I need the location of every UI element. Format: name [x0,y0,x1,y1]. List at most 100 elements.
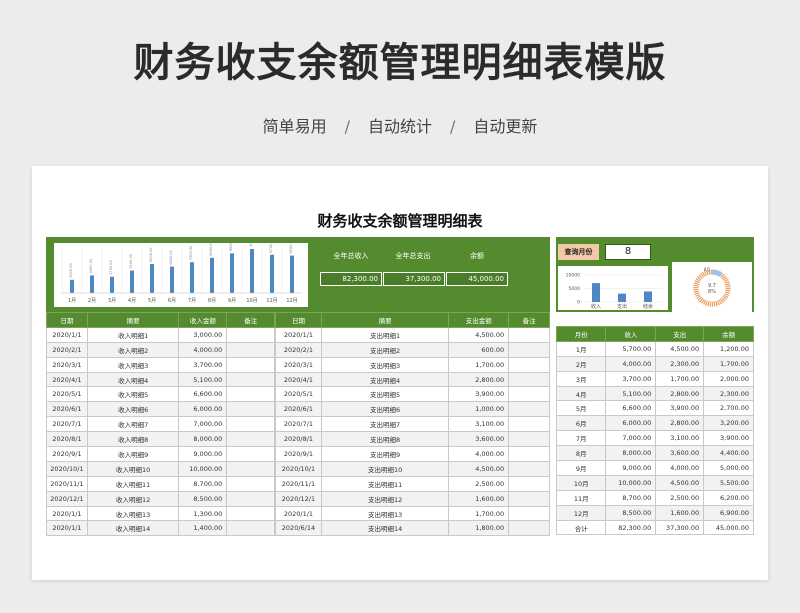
monthly-cell[interactable]: 4,500.00 [655,474,705,491]
expense-cell[interactable] [508,446,550,462]
expense-cell[interactable]: 支出明细4 [320,371,450,388]
income-cell[interactable]: 2020/9/1 [46,446,88,462]
monthly-cell[interactable]: 7,000.00 [605,430,657,447]
income-cell[interactable]: 3,000.00 [178,326,228,343]
income-cell[interactable]: 收入明细12 [86,490,180,507]
income-cell[interactable] [226,326,275,343]
monthly-cell[interactable]: 8,000.00 [605,445,657,462]
income-cell[interactable]: 8,500.00 [178,490,228,507]
expense-cell[interactable]: 支出明细11 [320,475,450,492]
monthly-cell[interactable]: 1,700.00 [655,370,705,387]
expense-cell[interactable]: 3,100.00 [448,416,510,433]
monthly-cell[interactable]: 2月 [555,355,607,372]
monthly-cell[interactable]: 1月 [555,340,607,357]
monthly-cell[interactable]: 5,100.00 [605,385,657,402]
expense-cell[interactable]: 2020/3/1 [275,356,322,373]
income-cell[interactable]: 10,000.00 [178,460,228,477]
monthly-cell[interactable]: 45,000.00 [703,519,754,536]
monthly-cell[interactable]: 5,000.00 [703,460,754,476]
expense-cell[interactable]: 2020/4/1 [275,371,322,388]
monthly-cell[interactable]: 2,000.00 [703,370,754,387]
income-cell[interactable]: 7,000.00 [178,416,228,433]
expense-cell[interactable] [508,386,550,403]
expense-cell[interactable] [508,371,550,388]
expense-cell[interactable]: 支出明细1 [320,326,450,343]
monthly-cell[interactable]: 6,900.00 [703,504,754,521]
monthly-cell[interactable]: 2,300.00 [703,385,754,402]
income-cell[interactable]: 收入明细3 [86,356,180,373]
income-cell[interactable] [226,475,275,492]
monthly-cell[interactable]: 3,900.00 [655,400,705,417]
income-cell[interactable]: 6,000.00 [178,401,228,418]
expense-cell[interactable] [508,341,550,358]
monthly-cell[interactable]: 2,800.00 [655,415,705,432]
monthly-cell[interactable]: 8月 [555,445,607,462]
income-cell[interactable] [226,490,275,507]
expense-cell[interactable]: 2020/12/1 [275,490,322,507]
expense-cell[interactable]: 1,800.00 [448,520,510,537]
monthly-cell[interactable]: 3,700.00 [605,370,657,387]
monthly-cell[interactable]: 6,600.00 [605,400,657,417]
monthly-cell[interactable]: 4,000.00 [605,355,657,372]
expense-cell[interactable]: 4,000.00 [448,446,510,462]
expense-cell[interactable]: 2,500.00 [448,475,510,492]
expense-cell[interactable] [508,460,550,477]
monthly-cell[interactable]: 3,900.00 [703,430,754,447]
income-cell[interactable]: 1,300.00 [178,505,228,522]
income-cell[interactable] [226,505,275,522]
monthly-cell[interactable]: 3,600.00 [655,445,705,462]
monthly-cell[interactable]: 9月 [555,460,607,476]
expense-cell[interactable]: 2020/6/1 [275,401,322,418]
expense-cell[interactable]: 支出明细8 [320,431,450,448]
income-cell[interactable] [226,416,275,433]
income-cell[interactable]: 2020/5/1 [46,386,88,403]
monthly-cell[interactable]: 1,200.00 [703,340,754,357]
expense-cell[interactable]: 2,800.00 [448,371,510,388]
income-cell[interactable]: 2020/12/1 [46,490,88,507]
monthly-cell[interactable]: 4月 [555,385,607,402]
expense-cell[interactable]: 2020/1/1 [275,326,322,343]
income-cell[interactable] [226,356,275,373]
monthly-cell[interactable]: 4,400.00 [703,445,754,462]
monthly-cell[interactable]: 2,800.00 [655,385,705,402]
expense-cell[interactable] [508,520,550,537]
income-cell[interactable]: 2020/1/1 [46,505,88,522]
expense-cell[interactable]: 2020/1/1 [275,505,322,522]
expense-cell[interactable]: 支出明细9 [320,446,450,462]
expense-cell[interactable] [508,326,550,343]
income-cell[interactable]: 收入明细14 [86,520,180,537]
income-cell[interactable]: 收入明细13 [86,505,180,522]
monthly-cell[interactable]: 10月 [555,474,607,491]
income-cell[interactable]: 收入明细8 [86,431,180,448]
monthly-cell[interactable]: 1,600.00 [655,504,705,521]
income-cell[interactable] [226,341,275,358]
expense-cell[interactable] [508,475,550,492]
income-cell[interactable] [226,431,275,448]
income-cell[interactable]: 收入明细6 [86,401,180,418]
expense-cell[interactable]: 2020/7/1 [275,416,322,433]
income-cell[interactable]: 1,400.00 [178,520,228,537]
expense-cell[interactable]: 支出明细6 [320,401,450,418]
monthly-cell[interactable]: 2,300.00 [655,355,705,372]
monthly-cell[interactable]: 12月 [555,504,607,521]
expense-cell[interactable]: 3,900.00 [448,386,510,403]
monthly-cell[interactable]: 8,700.00 [605,489,657,506]
monthly-cell[interactable]: 5,700.00 [605,340,657,357]
expense-cell[interactable] [508,401,550,418]
expense-cell[interactable]: 2020/11/1 [275,475,322,492]
income-cell[interactable] [226,520,275,537]
monthly-cell[interactable]: 8,500.00 [605,504,657,521]
expense-cell[interactable]: 600.00 [448,341,510,358]
expense-cell[interactable]: 2020/5/1 [275,386,322,403]
monthly-cell[interactable]: 6,000.00 [605,415,657,432]
expense-cell[interactable]: 4,500.00 [448,326,510,343]
monthly-cell[interactable]: 7月 [555,430,607,447]
income-cell[interactable] [226,401,275,418]
monthly-cell[interactable]: 6月 [555,415,607,432]
income-cell[interactable]: 收入明细10 [86,460,180,477]
monthly-cell[interactable]: 3月 [555,370,607,387]
expense-cell[interactable]: 2020/10/1 [275,460,322,477]
expense-cell[interactable] [508,490,550,507]
monthly-cell[interactable]: 2,700.00 [703,400,754,417]
income-cell[interactable]: 收入明细2 [86,341,180,358]
